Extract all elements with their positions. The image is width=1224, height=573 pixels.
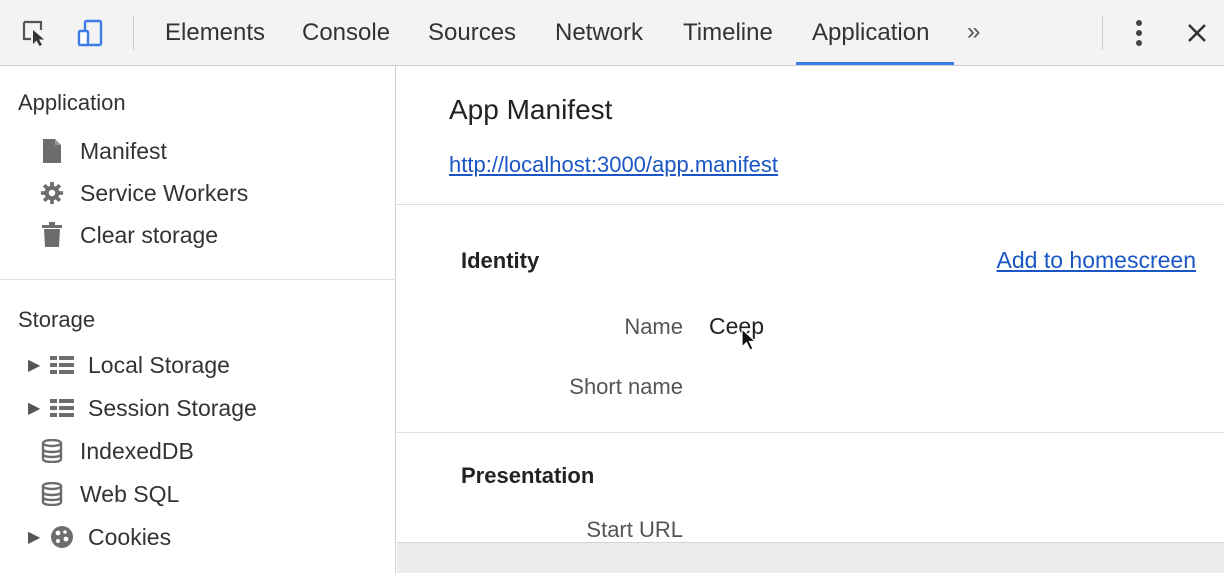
section-divider [397,432,1224,433]
field-label-short-name: Short name [569,374,683,399]
sidebar-section-storage: Storage [18,307,96,332]
sidebar-item-label: Service Workers [80,179,249,206]
sidebar: Application Manifest Service Workers Cle… [0,66,396,573]
sidebar-item-label: Clear storage [80,221,219,248]
sidebar-item-manifest[interactable]: Manifest [18,132,388,170]
inspect-icon[interactable] [20,18,50,48]
tab-application[interactable]: Application [812,0,929,66]
sidebar-item-label: Local Storage [88,351,230,378]
sidebar-section-application: Application [18,90,126,115]
sidebar-item-local-storage[interactable]: ▶ Local Storage [18,346,388,384]
field-label-start-url: Start URL [586,517,683,542]
tab-console[interactable]: Console [302,0,390,66]
sidebar-item-web-sql[interactable]: Web SQL [18,475,388,513]
database-icon [40,481,64,507]
sidebar-item-clear-storage[interactable]: Clear storage [18,216,388,254]
sidebar-item-label: Session Storage [88,394,257,421]
manifest-url-link[interactable]: http://localhost:3000/app.manifest [449,152,778,178]
active-tab-indicator [796,62,954,65]
kebab-menu-icon[interactable] [1124,18,1154,48]
presentation-heading: Presentation [461,463,595,488]
identity-heading: Identity [461,248,540,273]
cookie-icon [50,524,74,550]
expand-arrow-icon[interactable]: ▶ [28,355,44,375]
section-divider [397,204,1224,205]
sidebar-item-label: Manifest [80,137,167,164]
sidebar-item-label: Web SQL [80,480,180,507]
bottom-drawer-strip [397,542,1224,573]
sidebar-item-session-storage[interactable]: ▶ Session Storage [18,389,388,427]
more-tabs-button[interactable]: » [967,0,980,66]
gear-icon [40,180,64,206]
sidebar-divider [0,279,396,280]
device-mode-icon[interactable] [76,18,106,48]
devtools-toolbar: Elements Console Sources Network Timelin… [0,0,1224,66]
sidebar-item-label: IndexedDB [80,437,194,464]
field-label-name: Name [624,314,683,339]
grid-icon [50,395,74,421]
expand-arrow-icon[interactable]: ▶ [28,527,44,547]
tab-network[interactable]: Network [555,0,643,66]
add-to-homescreen-link[interactable]: Add to homescreen [997,247,1196,274]
tab-sources[interactable]: Sources [428,0,516,66]
mouse-cursor-icon [741,328,758,351]
tab-timeline[interactable]: Timeline [683,0,773,66]
tab-elements[interactable]: Elements [165,0,265,66]
toolbar-separator [1102,16,1103,50]
sidebar-item-cookies[interactable]: ▶ Cookies [18,518,388,556]
close-icon[interactable] [1182,18,1212,48]
sidebar-item-indexeddb[interactable]: IndexedDB [18,432,388,470]
page-title: App Manifest [449,94,613,125]
document-icon [40,138,64,164]
toolbar-separator [133,16,134,50]
manifest-panel: App Manifest http://localhost:3000/app.m… [397,66,1224,573]
sidebar-item-label: Cookies [88,523,172,550]
expand-arrow-icon[interactable]: ▶ [28,398,44,418]
grid-icon [50,352,74,378]
trash-icon [40,222,64,248]
database-icon [40,438,64,464]
sidebar-item-service-workers[interactable]: Service Workers [18,174,388,212]
